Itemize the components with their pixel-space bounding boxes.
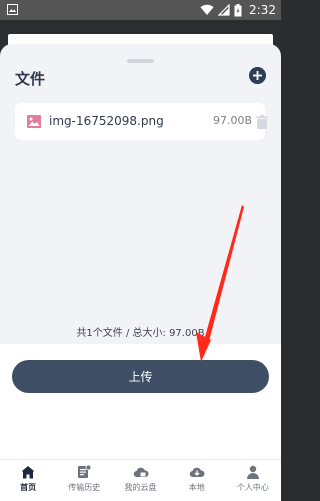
- file-list-sheet: 文件 img-16752098.png 97.00B 共1个文件 / 总大小: …: [0, 44, 281, 344]
- signal-icon: [218, 4, 230, 16]
- nav-item-local[interactable]: 本地: [169, 460, 225, 501]
- add-file-button[interactable]: [249, 67, 266, 84]
- file-name: img-16752098.png: [49, 114, 164, 128]
- status-time: 2:32: [249, 3, 276, 17]
- nav-label-profile: 个人中心: [236, 483, 269, 492]
- gallery-notification-icon: [7, 4, 18, 15]
- file-summary: 共1个文件 / 总大小: 97.00B: [76, 328, 205, 339]
- nav-item-home[interactable]: 首页: [0, 460, 56, 501]
- sheet-title: 文件: [15, 70, 46, 88]
- status-bar: 2:32: [0, 0, 281, 20]
- bottom-navigation: 首页 传输历史 我的云盘 本地 个人中心: [0, 459, 281, 501]
- nav-label-home: 首页: [20, 483, 37, 492]
- file-size: 97.00B: [213, 114, 253, 127]
- local-download-icon: [189, 467, 205, 478]
- wifi-icon: [200, 4, 214, 16]
- file-list-item[interactable]: img-16752098.png 97.00B: [15, 103, 268, 140]
- nav-item-profile[interactable]: 个人中心: [225, 460, 281, 501]
- home-icon: [21, 466, 35, 479]
- nav-label-cloud-drive: 我的云盘: [124, 483, 157, 492]
- nav-label-transfer-history: 传输历史: [68, 483, 101, 492]
- nav-item-transfer-history[interactable]: 传输历史: [56, 460, 112, 501]
- nav-label-local: 本地: [188, 483, 205, 492]
- nav-item-cloud-drive[interactable]: 我的云盘: [112, 460, 168, 501]
- sheet-drag-handle[interactable]: [127, 59, 154, 63]
- status-icons: 2:32: [200, 2, 276, 18]
- cloud-drive-icon: [133, 467, 149, 478]
- person-icon: [246, 465, 259, 479]
- upload-button[interactable]: 上传: [12, 360, 269, 393]
- delete-trash-icon[interactable]: [256, 115, 268, 129]
- transfer-history-icon: [78, 464, 92, 478]
- image-file-icon: [27, 115, 41, 128]
- battery-icon: [234, 3, 242, 16]
